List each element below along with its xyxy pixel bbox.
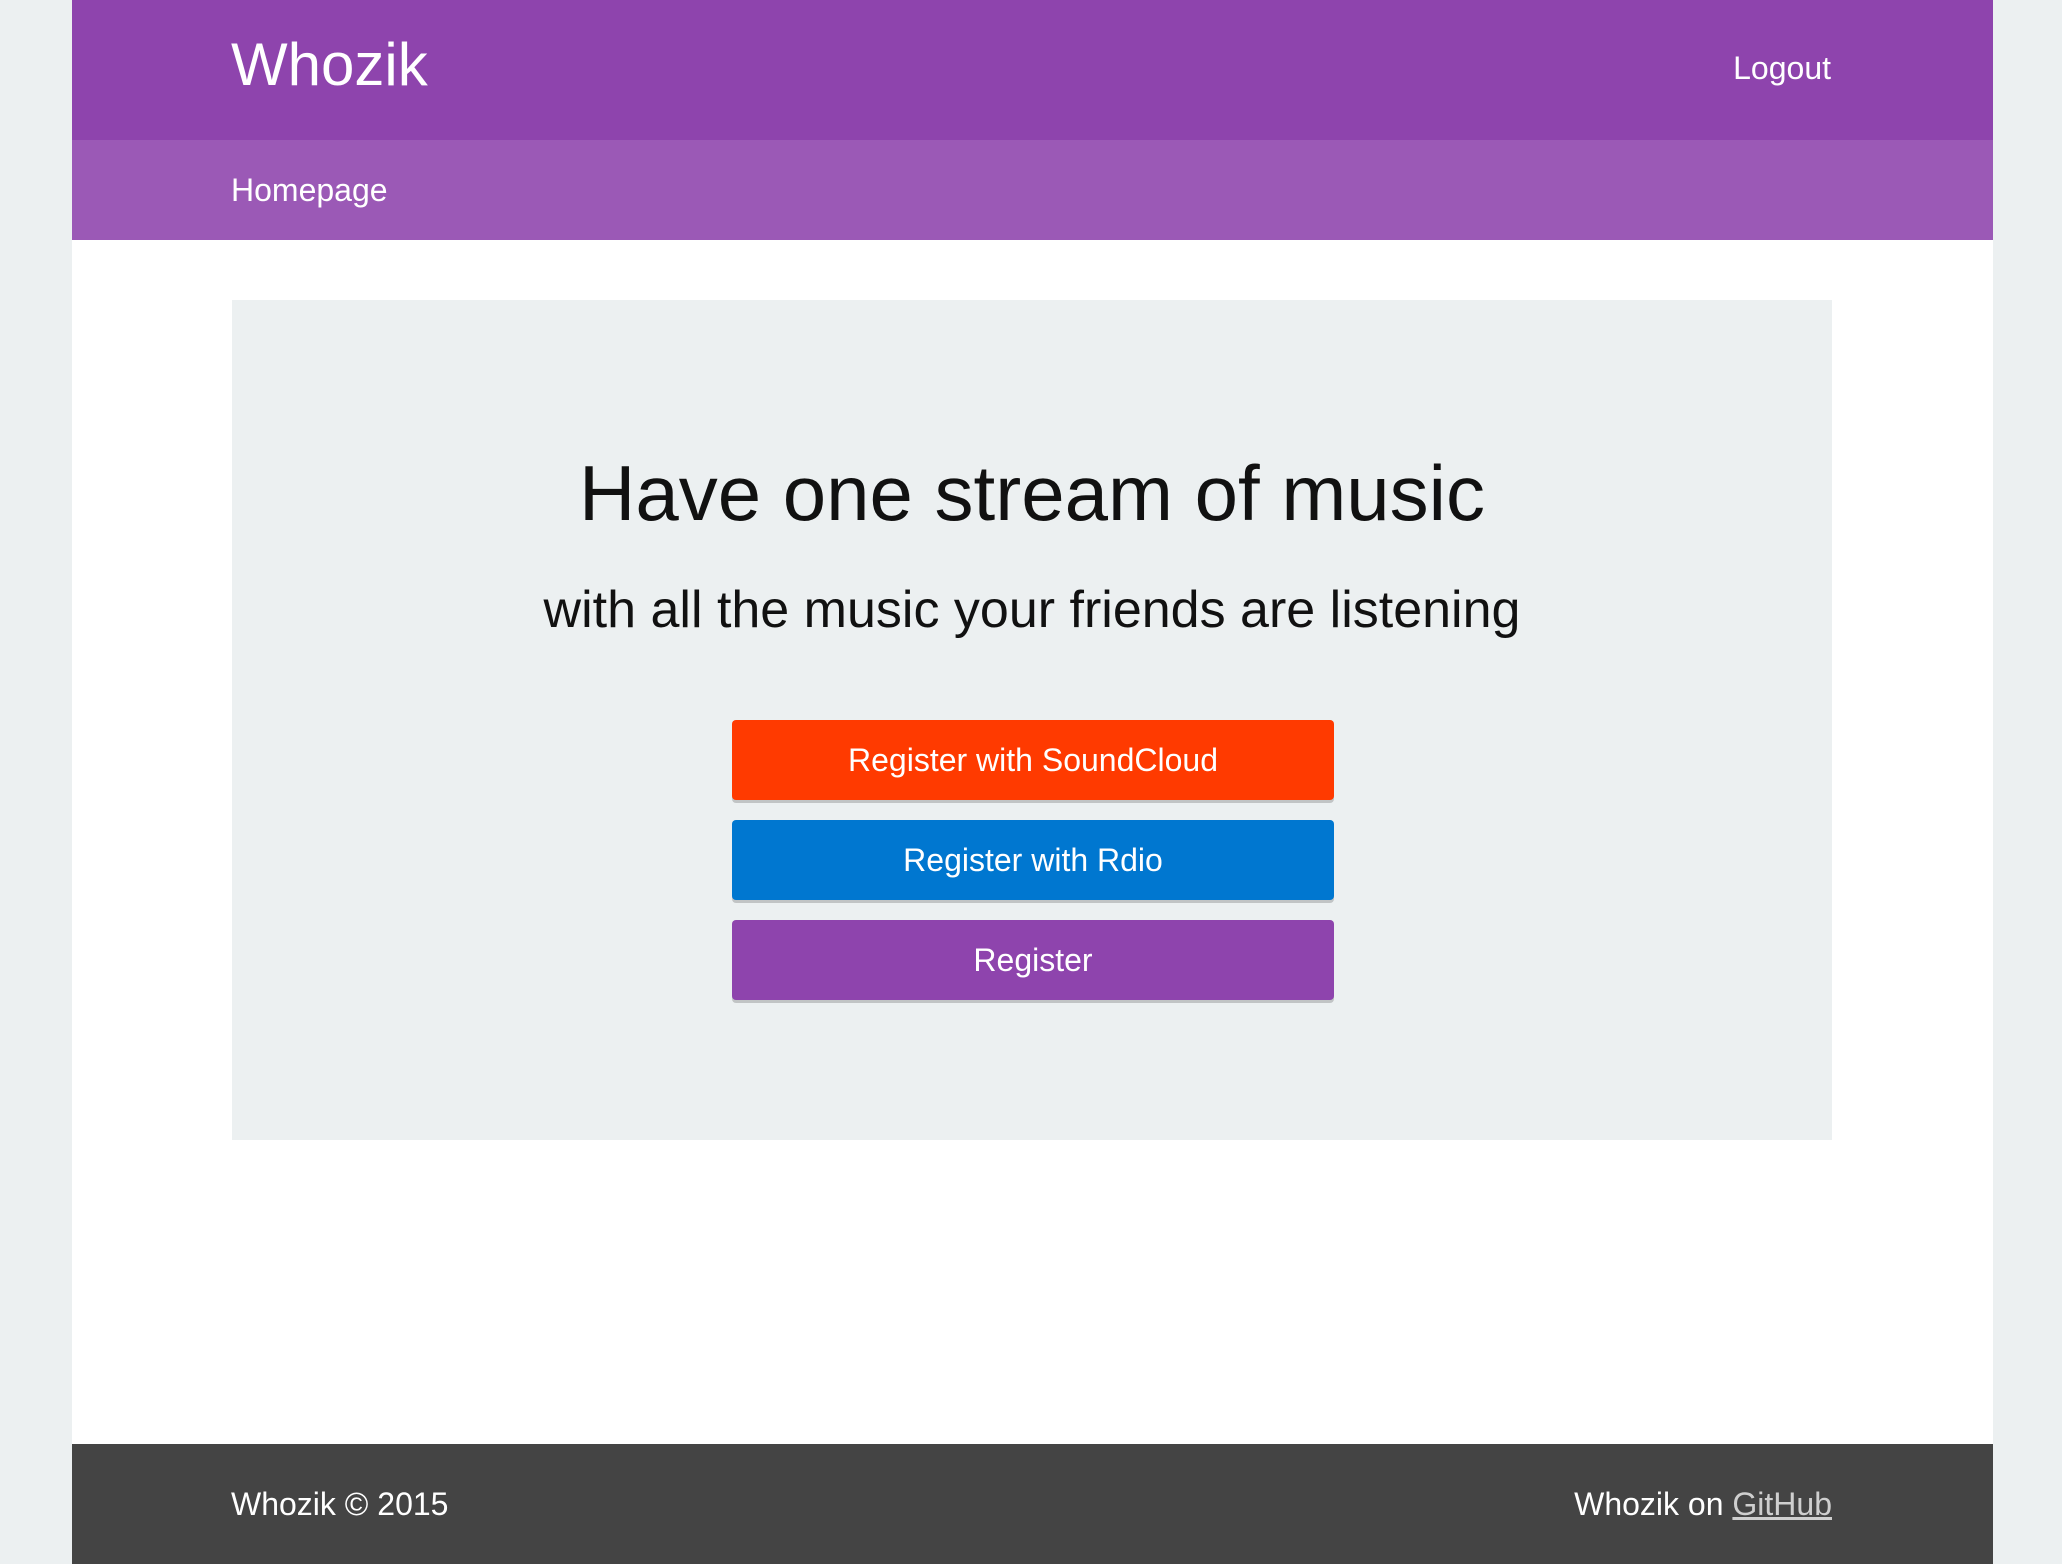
register-button[interactable]: Register	[732, 920, 1334, 1000]
footer-repo-prefix: Whozik on	[1574, 1486, 1724, 1522]
hero-panel: Have one stream of music with all the mu…	[232, 300, 1832, 1140]
footer: Whozik © 2015 Whozik on GitHub	[72, 1444, 1993, 1564]
nav-item-homepage[interactable]: Homepage	[231, 170, 388, 210]
register-rdio-button[interactable]: Register with Rdio	[732, 820, 1334, 900]
top-navbar: Whozik Logout	[72, 0, 1993, 140]
hero-title: Have one stream of music	[578, 449, 1486, 537]
logout-link[interactable]: Logout	[1733, 48, 1831, 88]
github-link[interactable]: GitHub	[1732, 1486, 1832, 1522]
footer-copyright: Whozik © 2015	[231, 1486, 449, 1522]
hero-subtitle: with all the music your friends are list…	[543, 581, 1521, 639]
brand-logo-link[interactable]: Whozik	[231, 30, 428, 100]
page-container: Whozik Logout Homepage Have one stream o…	[72, 0, 1993, 1564]
footer-repo: Whozik on GitHub	[1574, 1484, 1832, 1524]
sub-navbar: Homepage	[72, 140, 1993, 240]
register-soundcloud-button[interactable]: Register with SoundCloud	[732, 720, 1334, 800]
